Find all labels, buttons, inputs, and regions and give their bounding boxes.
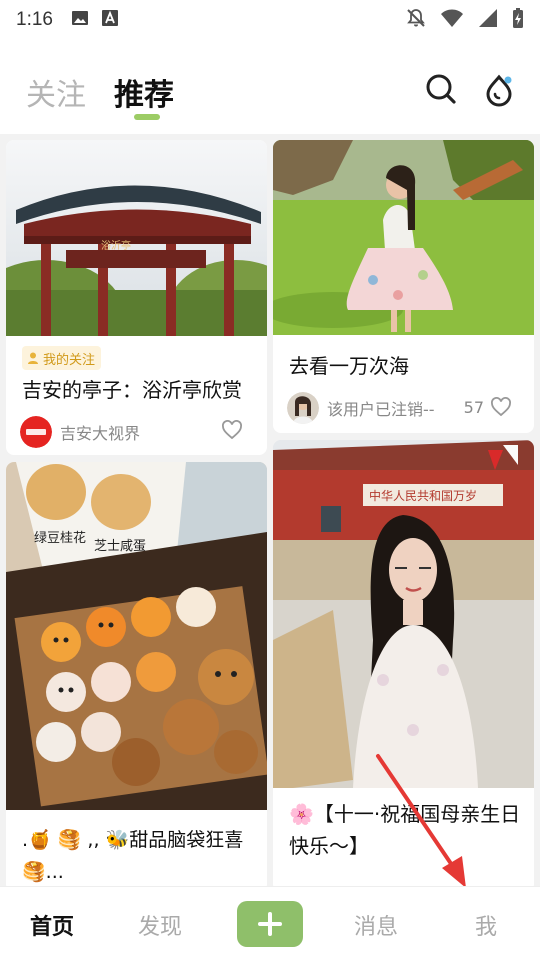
sign-text-2: 芝士咸蛋: [94, 538, 146, 554]
heart-icon: [491, 397, 511, 417]
nav-me[interactable]: 我: [475, 909, 497, 941]
arrow-annotation-icon: [376, 754, 466, 888]
nav-discover[interactable]: 发现: [138, 909, 182, 941]
top-header: 关注 推荐: [0, 40, 540, 134]
drop-icon[interactable]: [482, 73, 516, 111]
status-right-icons: [406, 7, 524, 33]
avatar: [20, 416, 52, 448]
following-tag-label: 我的关注: [43, 352, 96, 368]
notifications-off-icon: [406, 8, 426, 32]
like-button[interactable]: [221, 420, 243, 440]
tab-recommend[interactable]: 推荐: [114, 70, 174, 114]
app-screen: 1:16 关注 推荐 浴沂亭 我的关注 吉安的亭子：浴沂亭欣赏 吉安大视界 去看…: [0, 0, 540, 960]
bottom-nav: 首页 发现 消息 我: [0, 886, 540, 960]
author-name: 吉安大视界: [60, 424, 141, 443]
plus-icon: [258, 912, 282, 936]
like-count: 57: [463, 397, 484, 417]
nav-messages[interactable]: 消息: [354, 909, 398, 941]
author-name: 该用户已注销--: [327, 400, 435, 419]
status-time: 1:16: [16, 9, 53, 30]
image-icon: [71, 9, 89, 31]
feed-card[interactable]: 去看一万次海 该用户已注销-- 57: [273, 140, 534, 433]
sign-text-1: 绿豆桂花: [34, 530, 86, 546]
nav-home[interactable]: 首页: [30, 909, 74, 941]
battery-charging-icon: [512, 7, 524, 33]
pavilion-sign-text: 浴沂亭: [101, 239, 131, 252]
card-image-tiananmen-portrait: 中华人民共和国万岁: [273, 440, 534, 788]
heart-icon: [222, 420, 242, 440]
card-title: 吉安的亭子：浴沂亭欣赏: [22, 378, 242, 402]
card-image-pavilion: 浴沂亭: [6, 140, 267, 380]
status-bar: 1:16: [0, 0, 540, 40]
feed-card[interactable]: 浴沂亭 我的关注 吉安的亭子：浴沂亭欣赏 吉安大视界: [6, 140, 267, 455]
person-icon: [28, 352, 38, 364]
font-icon: [101, 9, 119, 31]
like-button[interactable]: 57: [464, 397, 512, 417]
card-title: .🍯 🥞 ,, 🐝甜品脑袋狂喜🥞...: [22, 829, 244, 883]
card-image-dessert-buns: 绿豆桂花 芝士咸蛋: [6, 462, 267, 810]
search-icon[interactable]: [425, 73, 457, 109]
card-author[interactable]: 吉安大视界: [20, 416, 140, 448]
tab-active-indicator: [134, 114, 160, 120]
add-post-button[interactable]: [237, 901, 303, 947]
feed-card[interactable]: 绿豆桂花 芝士咸蛋 .🍯 🥞 ,, 🐝甜品脑袋狂喜🥞...: [6, 462, 267, 892]
card-title: 去看一万次海: [289, 354, 409, 378]
banner-text: 中华人民共和国万岁: [369, 488, 477, 503]
avatar: [287, 392, 319, 424]
wifi-icon: [440, 8, 464, 32]
card-author[interactable]: 该用户已注销--: [287, 392, 435, 424]
signal-icon: [478, 8, 498, 32]
card-image-garden: [273, 140, 534, 335]
tab-follow[interactable]: 关注: [26, 70, 86, 114]
following-tag: 我的关注: [22, 346, 102, 370]
